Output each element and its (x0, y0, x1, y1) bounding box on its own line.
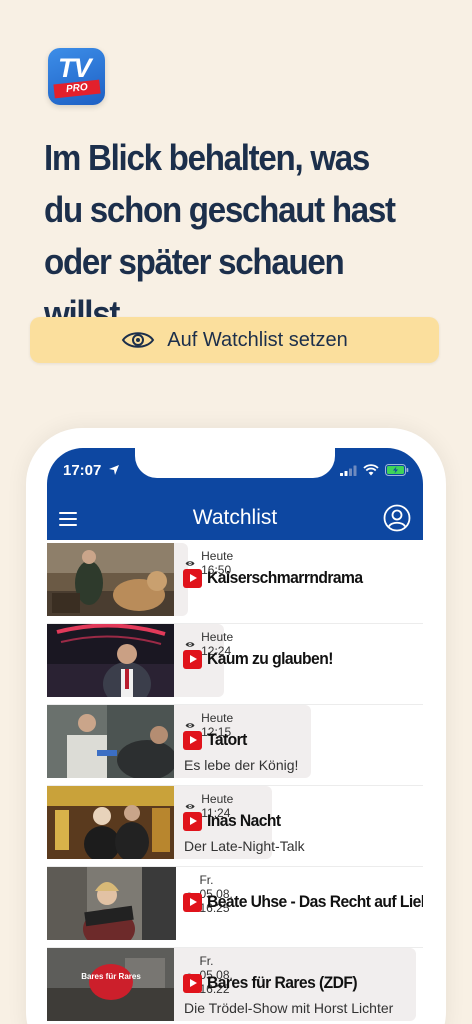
add-to-watchlist-button[interactable]: Auf Watchlist setzen (30, 317, 439, 363)
eye-icon (185, 803, 195, 809)
phone-screen: 17:07 Watchlist Heute 16:50 Kaiserschmar… (47, 448, 423, 1024)
item-title: Beate Uhse - Das Recht auf Liebe (207, 892, 423, 911)
thumbnail-image (47, 786, 176, 859)
app-logo-tv: TV (58, 53, 92, 83)
status-icons (340, 464, 409, 476)
play-icon (183, 730, 202, 750)
list-item[interactable]: Fr. 05.08. 16:25 Beate Uhse - Das Recht … (47, 867, 423, 948)
play-icon (183, 649, 202, 669)
phone-notch (135, 448, 335, 478)
eye-icon (122, 332, 155, 348)
list-item[interactable]: Heute 12:24 Kaum zu glauben! (47, 624, 423, 705)
thumbnail-image (47, 624, 176, 697)
thumbnail-image: Bares für Rares (47, 948, 176, 1021)
thumbnail-image (47, 867, 176, 940)
app-logo: TV PRO (48, 48, 105, 105)
thumbnail-image (47, 543, 176, 616)
battery-charging-icon (385, 464, 409, 476)
eye-icon (185, 722, 195, 728)
eye-icon (185, 641, 195, 647)
nav-title: Watchlist (192, 506, 278, 529)
thumbnail-text: Bares für Rares (81, 972, 141, 981)
status-time: 17:07 (63, 462, 120, 479)
profile-icon[interactable] (383, 504, 411, 532)
play-icon (183, 568, 202, 588)
item-title: Kaiserschmarrndrama (207, 568, 363, 587)
list-item[interactable]: Heute 11:24 Inas Nacht Der Late-Night-Ta… (47, 786, 423, 867)
wifi-icon (363, 464, 379, 476)
list-item[interactable]: Bares für Rares Fr. 05.08. 16:22 Bares f… (47, 948, 423, 1024)
cta-label: Auf Watchlist setzen (167, 328, 348, 351)
item-subtitle: Der Late-Night-Talk (184, 838, 305, 854)
play-icon (183, 892, 202, 912)
list-item[interactable]: Heute 16:50 Kaiserschmarrndrama (47, 543, 423, 624)
item-subtitle: Die Trödel-Show mit Horst Lichter (184, 1000, 394, 1016)
item-title: Tatort (207, 730, 247, 749)
item-title: Kaum zu glauben! (207, 649, 333, 668)
list-item[interactable]: Heute 12:15 Tatort Es lebe der König! (47, 705, 423, 786)
play-icon (183, 973, 202, 993)
location-arrow-icon (108, 465, 119, 475)
app-header: 17:07 Watchlist (47, 448, 423, 540)
item-subtitle: Es lebe der König! (184, 757, 299, 773)
item-title: Inas Nacht (207, 811, 281, 830)
headline: Im Blick behalten, was du schon geschaut… (44, 137, 396, 334)
watchlist: Heute 16:50 Kaiserschmarrndrama Heute 12… (47, 543, 423, 1024)
play-icon (183, 811, 202, 831)
cellular-signal-icon (340, 465, 357, 476)
eye-icon (185, 560, 195, 566)
item-title: Bares für Rares (ZDF) (207, 973, 358, 992)
thumbnail-image (47, 705, 176, 778)
